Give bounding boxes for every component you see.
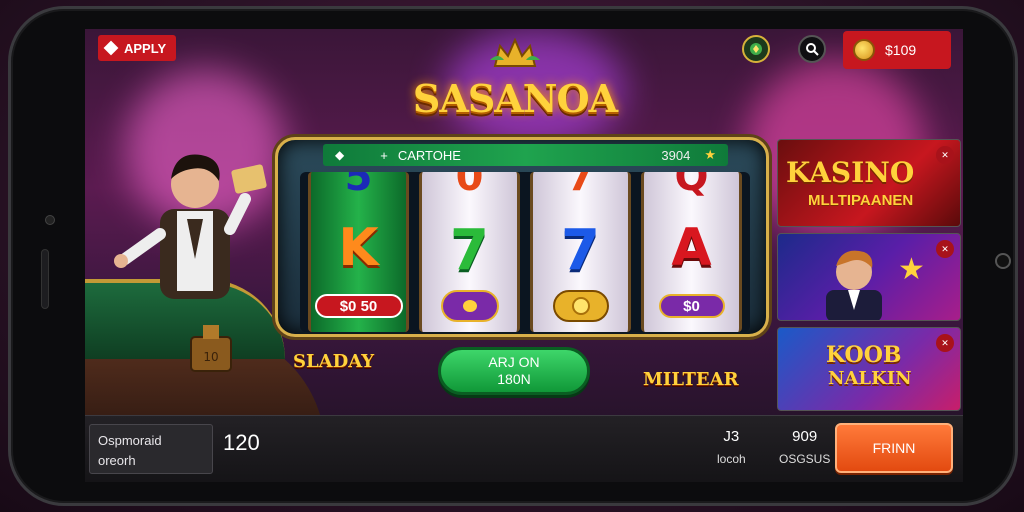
svg-text:10: 10: [203, 350, 218, 364]
dealer-character: [114, 154, 267, 299]
chip-box-icon: 10: [190, 325, 232, 372]
reel-bet-pill: $0 50: [314, 294, 403, 318]
mini-logo-left: SLADAY: [293, 351, 375, 372]
promo-subtitle: NALKIN: [828, 368, 912, 389]
crown-icon: [490, 38, 540, 67]
diamond-icon: ◆: [335, 148, 345, 162]
slot-machine: ◆ + CARTOHE 3904 ★ 5 K $0 50 0 7 7 7 Q A…: [275, 137, 769, 337]
action-button[interactable]: FRINN: [835, 423, 953, 473]
spin-button[interactable]: ARJ ON 180N: [438, 347, 590, 395]
reel-symbol-main: 7: [450, 218, 489, 283]
promo-card-2[interactable]: ★ ✕: [777, 233, 961, 321]
close-icon[interactable]: ✕: [936, 334, 954, 352]
promo-title: KASINO: [786, 156, 915, 189]
app-label: APPLY: [124, 40, 167, 56]
diamond-icon: [103, 40, 119, 56]
promo-card-1[interactable]: KASINO MLLTIPAANEN ✕: [777, 139, 961, 227]
stat-1-value: J3: [723, 428, 740, 445]
info-line-1: Ospmoraid: [98, 433, 162, 448]
home-button[interactable]: [995, 253, 1011, 269]
reel-symbol-top: 5: [344, 172, 373, 200]
stat-1-label: locoh: [717, 452, 746, 466]
reel-symbol-top: 7: [566, 172, 595, 200]
balance-value: $109: [885, 42, 917, 58]
reel-symbol-top: Q: [674, 172, 709, 200]
stat-2[interactable]: 909 OSGSUS: [779, 426, 830, 470]
balance-badge[interactable]: $109: [843, 31, 951, 69]
app-badge[interactable]: APPLY: [98, 35, 177, 61]
camera-icon: [45, 215, 55, 225]
machine-title: CARTOHE: [397, 147, 461, 163]
close-icon[interactable]: ✕: [936, 240, 954, 258]
reel-symbol-main: A: [671, 218, 712, 278]
spin-label-1: ARJ ON: [488, 354, 540, 370]
machine-jackpot: 3904: [661, 147, 691, 163]
info-box[interactable]: Ospmoraid oreorh: [89, 424, 213, 474]
info-line-2: oreorh: [98, 453, 136, 468]
star-icon: ★: [704, 147, 716, 162]
close-icon[interactable]: ✕: [936, 146, 954, 164]
reel-4[interactable]: Q A $0: [641, 172, 742, 332]
side-button: [41, 249, 49, 309]
reel-bet-pill: $0: [658, 294, 725, 318]
search-icon[interactable]: [798, 35, 826, 63]
amount-value: 120: [223, 430, 260, 455]
spin-label-2: 180N: [497, 371, 531, 387]
mini-logo-right: MILTEAR: [643, 369, 739, 390]
stat-2-value: 909: [792, 428, 818, 445]
stat-1[interactable]: J3 locoh: [717, 426, 746, 470]
bottom-bar: Ospmoraid oreorh 120 J3 locoh 909 OSGSUS…: [85, 415, 963, 482]
reel-symbol-main: 7: [561, 218, 600, 283]
reel-symbol-main: K: [338, 218, 379, 278]
stat-2-label: OSGSUS: [779, 452, 831, 466]
promo-card-3[interactable]: KOOB NALKIN ✕: [777, 327, 961, 411]
reel-window: 5 K $0 50 0 7 7 7 Q A $0: [300, 172, 750, 332]
reel-symbol-top: 0: [455, 172, 484, 200]
promo-subtitle: MLLTIPAANEN: [808, 192, 914, 209]
reel-gem-pill: [440, 290, 499, 322]
game-screen: APPLY $109 SASANOA 10 ◆ + CARTOHE 3904 ★…: [85, 29, 963, 482]
plus-icon: +: [380, 147, 388, 163]
reel-2[interactable]: 0 7: [419, 172, 520, 332]
star-icon: ★: [898, 253, 925, 286]
game-title: SASANOA: [412, 75, 618, 121]
coin-icon: [853, 39, 875, 61]
emblem-icon[interactable]: [742, 35, 770, 63]
reel-coin-pill: [552, 290, 609, 322]
machine-header: ◆ + CARTOHE 3904 ★: [323, 144, 728, 166]
reel-1[interactable]: 5 K $0 50: [308, 172, 409, 332]
promo-character: [826, 250, 882, 320]
reel-3[interactable]: 7 7: [530, 172, 631, 332]
promo-title: KOOB: [826, 342, 902, 368]
